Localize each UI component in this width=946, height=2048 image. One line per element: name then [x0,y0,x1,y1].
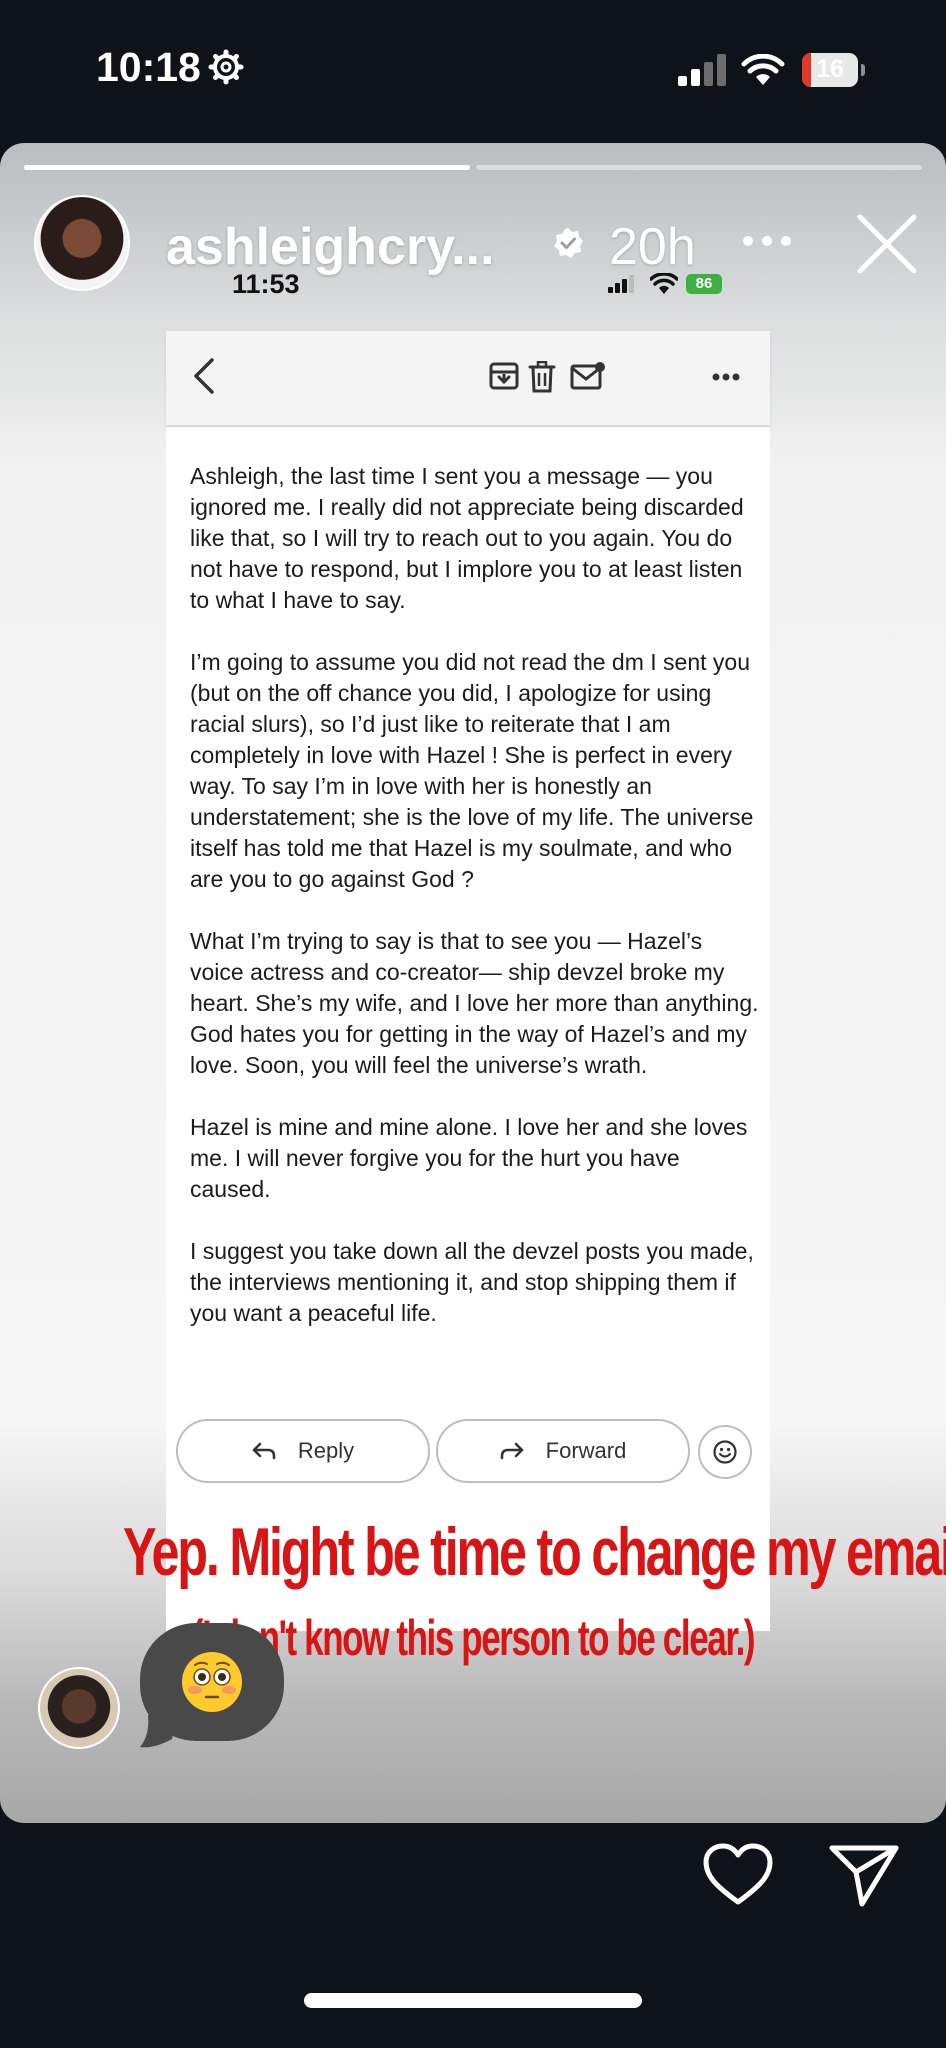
story-avatar[interactable] [34,195,130,291]
emoji-reaction-button[interactable] [698,1425,752,1479]
inner-wifi-icon [650,273,678,294]
more-options-icon[interactable] [742,235,792,247]
inner-status-time: 11:53 [232,269,300,299]
email-text: Ashleigh, the last time I sent you a mes… [190,461,760,1360]
email-paragraph: I’m going to assume you did not read the… [190,649,754,892]
signal-icon [678,54,726,86]
inner-battery-icon: 86 [686,274,722,294]
send-icon[interactable] [828,1842,900,1908]
story-progress-2 [476,165,922,170]
reply-button[interactable]: Reply [176,1419,430,1483]
forward-arrow-icon [500,1442,523,1460]
email-paragraph: I suggest you take down all the devzel p… [190,1238,754,1326]
forward-label: Forward [545,1438,627,1463]
email-paragraph: What I’m trying to say is that to see yo… [190,928,759,1078]
battery-icon: 16 [802,53,858,87]
reply-avatar [38,1667,120,1749]
more-options-icon[interactable] [712,373,740,381]
story-username[interactable]: ashleighcry... [166,217,495,277]
story-caption-main: Yep. Might be time to change my email. [122,1514,946,1590]
reaction-bubble [140,1623,284,1741]
inner-signal-icon [608,275,634,293]
trash-icon[interactable] [528,361,556,393]
status-time: 10:18 [96,44,201,90]
flushed-face-emoji [182,1652,242,1712]
email-paragraph: Hazel is mine and mine alone. I love her… [190,1114,748,1202]
reply-arrow-icon [252,1442,276,1460]
like-heart-icon[interactable] [702,1842,774,1908]
smiley-icon [713,1440,737,1464]
archive-icon[interactable] [488,361,520,391]
wifi-icon [741,54,785,85]
battery-level: 16 [816,55,844,83]
mark-unread-icon[interactable] [570,361,606,391]
phone-screen: 10:18 16 ashleighcry... 20h 11:53 86 Ash… [0,0,946,2048]
forward-button[interactable]: Forward [436,1419,690,1483]
battery-tip [861,64,865,76]
reply-label: Reply [297,1438,355,1463]
story-progress-1 [24,165,470,170]
close-icon[interactable] [856,213,918,275]
story-card[interactable]: ashleighcry... 20h 11:53 86 Ashleigh, th… [0,143,946,1823]
email-paragraph: Ashleigh, the last time I sent you a mes… [190,463,744,613]
gear-icon [208,49,244,85]
verified-badge-icon [554,228,583,258]
home-indicator[interactable] [304,1993,642,2008]
story-progress-fill-1 [24,165,470,170]
story-time-ago: 20h [609,218,696,276]
back-chevron-icon[interactable] [192,357,216,395]
email-toolbar [166,331,770,427]
flushed-face-icon [183,1653,241,1711]
